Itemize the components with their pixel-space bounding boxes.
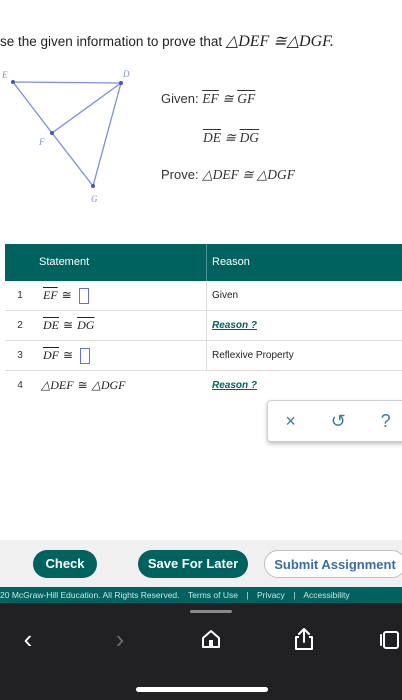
row-statement: DF ≅ [35, 341, 207, 370]
statement-rel: ≅ [77, 378, 88, 392]
prove-line: Prove: △DEF ≅ △DGF [161, 167, 295, 183]
blank-input-box[interactable] [80, 347, 91, 364]
copyright-text: 20 McGraw-Hill Education. All Rights Res… [0, 590, 180, 600]
row-number: 3 [17, 350, 23, 361]
row-number: 2 [17, 320, 23, 331]
statement-seg-a: EF [43, 288, 58, 302]
blank-input-box[interactable] [78, 287, 89, 304]
row-number: 4 [17, 380, 23, 391]
statement-rel: ≅ [61, 288, 72, 302]
footer: 20 McGraw-Hill Education. All Rights Res… [0, 587, 402, 603]
tabs-icon[interactable] [376, 625, 402, 653]
table-header: Statement Reason [5, 244, 402, 281]
table-row: 3 DF ≅ Reflexive Property [5, 341, 402, 371]
point-e [11, 80, 15, 84]
statement-seg-a: △DEF [41, 378, 74, 392]
given-seg-a: DE [203, 130, 221, 145]
label-g: G [91, 194, 98, 204]
header-reason: Reason [212, 256, 250, 268]
segment-fg [51, 132, 94, 187]
point-f [50, 131, 54, 135]
instruction-text: se the given information to prove that △… [0, 31, 334, 51]
label-e: E [1, 70, 8, 80]
undo-icon[interactable]: ↺ [331, 411, 346, 432]
help-icon[interactable]: ? [381, 411, 391, 432]
given-rel: ≅ [222, 91, 234, 106]
point-d [119, 81, 123, 85]
statement-seg-b: DG [77, 318, 95, 332]
given-seg-b: GF [237, 91, 256, 106]
statement-seg-a: DF [43, 348, 59, 362]
prove-label: Prove: [161, 167, 199, 182]
segment-df [51, 82, 122, 134]
label-d: D [122, 69, 130, 79]
table-row: 4 △DEF ≅ △DGF Reason ? [5, 371, 402, 400]
home-indicator [136, 687, 268, 692]
label-f: F [38, 137, 45, 147]
prove-statement: △DEF ≅ △DGF [202, 167, 296, 182]
forward-icon[interactable]: › [106, 625, 134, 653]
segment-dg [92, 82, 122, 187]
check-button[interactable]: Check [33, 550, 97, 578]
home-icon[interactable] [197, 625, 225, 653]
browser-toolbar: ‹ › [0, 603, 402, 700]
statement-blank[interactable] [77, 347, 91, 364]
instruction-prefix: se the given information to prove that [0, 34, 223, 49]
drag-handle[interactable] [190, 610, 232, 613]
statement-rel: ≅ [63, 318, 74, 332]
statement-seg-a: DE [43, 318, 59, 332]
privacy-link[interactable]: Privacy [257, 590, 285, 600]
footer-separator: | [246, 590, 249, 600]
submit-assignment-button[interactable]: Submit Assignment [264, 550, 402, 578]
given-line-1: Given: EF ≅ GF [161, 91, 255, 107]
row-statement: EF ≅ [35, 281, 207, 310]
reason-prompt-link[interactable]: Reason ? [207, 380, 402, 391]
row-reason: Given [212, 290, 239, 301]
given-seg-a: EF [202, 91, 219, 106]
assignment-bar: Check Save For Later Submit Assignment [0, 540, 402, 587]
instruction-statement: △DEF ≅△DGF. [225, 33, 334, 50]
row-statement: △DEF ≅ △DGF [35, 371, 207, 400]
proof-table: Statement Reason 1 EF ≅ Given 2 DE ≅ DG … [5, 244, 402, 400]
row-number: 1 [17, 290, 23, 301]
statement-blank[interactable] [76, 287, 89, 304]
point-g [91, 184, 95, 188]
footer-separator: | [293, 590, 296, 600]
given-seg-b: DG [239, 130, 260, 145]
reason-prompt-link[interactable]: Reason ? [207, 320, 402, 331]
given-label: Given: [161, 91, 199, 106]
statement-rel: ≅ [63, 348, 74, 362]
share-icon[interactable] [290, 625, 318, 653]
answer-toolbar: × ↺ ? [267, 400, 402, 442]
table-row: 1 EF ≅ Given [5, 281, 402, 311]
triangle-figure: E D F G [1, 69, 130, 204]
close-icon[interactable]: × [285, 411, 296, 432]
given-rel: ≅ [224, 130, 236, 145]
terms-link[interactable]: Terms of Use [188, 590, 238, 600]
row-statement: DE ≅ DG [35, 311, 207, 340]
segment-ef [12, 81, 53, 134]
header-statement: Statement [5, 244, 207, 281]
table-row: 2 DE ≅ DG Reason ? [5, 311, 402, 341]
save-for-later-button[interactable]: Save For Later [138, 550, 248, 578]
segment-ed [12, 81, 122, 84]
back-icon[interactable]: ‹ [14, 625, 42, 653]
accessibility-link[interactable]: Accessibility [303, 590, 349, 600]
statement-seg-b: △DGF [91, 378, 126, 392]
row-reason: Reflexive Property [212, 350, 294, 361]
given-line-2: DE ≅ DG [203, 130, 259, 146]
